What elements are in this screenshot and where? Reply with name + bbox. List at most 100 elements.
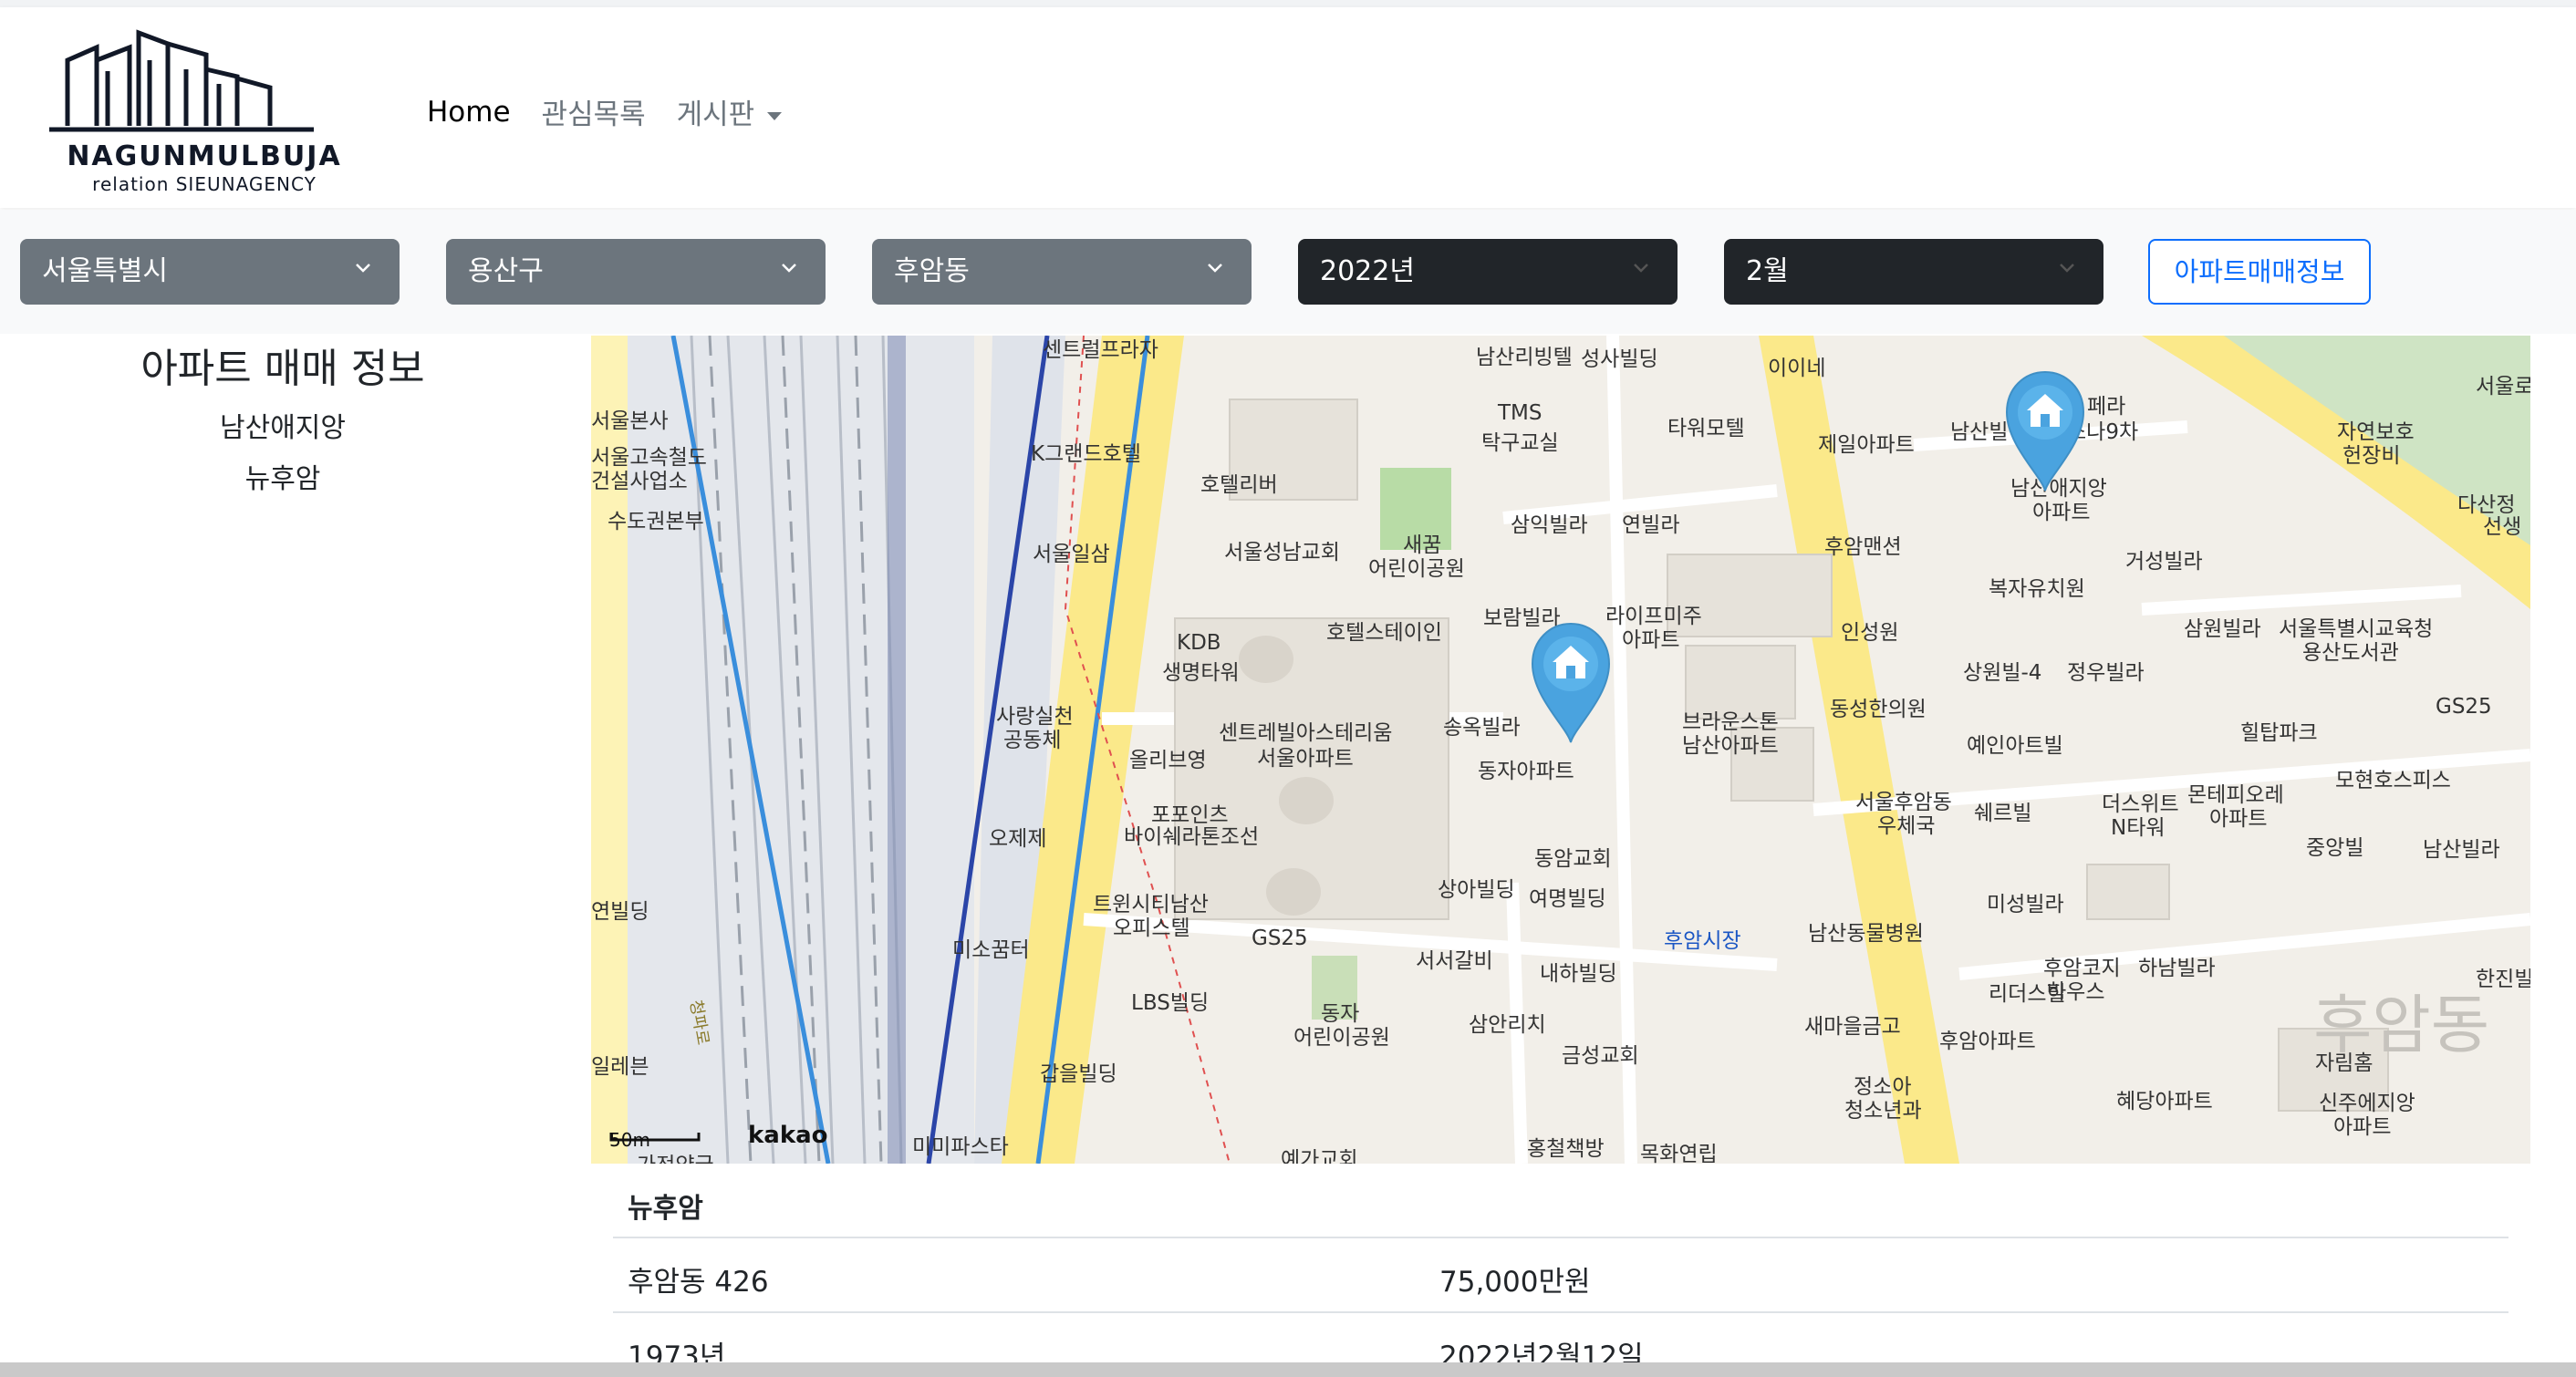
filter-bar: 서울특별시 용산구 후암동 2022년 2월 아파트매매정보 — [0, 210, 2576, 334]
map-label: 선생 — [2483, 515, 2522, 539]
map-label: 힐탑파크 — [2240, 721, 2318, 745]
apartment-marker-icon[interactable] — [2001, 367, 2089, 494]
map-label: 홍철책방 — [1527, 1137, 1605, 1161]
map-label: 오제제 — [989, 827, 1047, 851]
map-label: 호텔리버 — [1200, 473, 1278, 497]
navbar: NAGUNMULBUJA relation SIEUNAGENCY Home 관… — [0, 7, 2576, 208]
map-label: 미소꿈터 — [952, 938, 1030, 962]
scale-bar-icon — [609, 1133, 701, 1142]
map-label: 서울성남교회 — [1224, 541, 1340, 564]
district-select-value: 용산구 — [468, 255, 544, 287]
map-label: 복자유치원 — [1989, 577, 2085, 601]
map-label: N타워 — [2111, 816, 2166, 840]
map-label: 오피스텔 — [1113, 916, 1190, 940]
table-divider — [613, 1311, 2508, 1313]
map-label: 호텔스테이인 — [1326, 621, 1442, 645]
nav-board-label: 게시판 — [676, 98, 755, 131]
map-label: 남산빌 — [1950, 420, 2009, 444]
dong-select[interactable]: 후암동 — [872, 239, 1252, 305]
map-label: 갑을빌딩 — [1040, 1062, 1117, 1086]
map-label: 삼안리치 — [1469, 1013, 1546, 1037]
map-label: 삼원빌라 — [2184, 617, 2261, 641]
year-select-value: 2022년 — [1320, 255, 1415, 287]
map-label: 예인아트빌 — [1967, 734, 2063, 758]
map-label: 동암교회 — [1534, 847, 1612, 871]
map-label: 서울로 — [2476, 375, 2530, 399]
caret-down-icon — [767, 112, 783, 120]
nav-favorites[interactable]: 관심목록 — [542, 91, 646, 132]
map-label: 쉐르빌 — [1974, 802, 2032, 825]
map-label: 아파트 — [2032, 501, 2091, 524]
chevron-down-icon — [2060, 264, 2074, 273]
map-label: 인성원 — [1841, 621, 1899, 645]
map-background — [591, 336, 2530, 1164]
map-label: 청소년과 — [1844, 1099, 1922, 1123]
map-label: 서울일삼 — [1033, 543, 1110, 566]
chevron-down-icon — [1208, 264, 1222, 273]
map-label: 후암맨션 — [1824, 535, 1902, 559]
main-nav: Home 관심목록 게시판 — [427, 91, 783, 132]
top-strip — [0, 0, 2576, 7]
map-label: 수도권본부 — [608, 510, 704, 533]
month-select-value: 2월 — [1746, 255, 1789, 287]
kakao-map[interactable]: 센트럴프라자 남산리빙텔 성사빌딩 이이네 서울본사 서울고속철도 건설사업소 … — [591, 336, 2530, 1164]
map-label: 일레븐 — [591, 1055, 649, 1079]
map-label: 여명빌딩 — [1529, 887, 1606, 911]
map-label: 서서갈비 — [1416, 949, 1493, 973]
map-label: 생명타워 — [1162, 661, 1240, 685]
map-label: 공동체 — [1003, 729, 1062, 752]
map-label: 바이쉐라톤조선 — [1124, 825, 1260, 849]
map-scale: 50m — [609, 1129, 701, 1151]
city-select-value: 서울특별시 — [42, 255, 168, 287]
apt-trade-info-button[interactable]: 아파트매매정보 — [2148, 239, 2371, 305]
map-label: 동성한의원 — [1830, 698, 1927, 721]
map-label: 남산빌라 — [2423, 838, 2500, 862]
map-label: 타워모텔 — [1667, 417, 1745, 440]
map-label: 올리브영 — [1129, 749, 1207, 772]
chevron-down-icon — [356, 264, 370, 273]
map-label: 남산리빙텔 — [1476, 346, 1573, 369]
city-select[interactable]: 서울특별시 — [20, 239, 400, 305]
map-area-label: 후암동 — [2313, 988, 2490, 1062]
map-label: 센트럴프라자 — [1043, 338, 1158, 362]
nav-board-dropdown[interactable]: 게시판 — [677, 91, 783, 132]
nav-home[interactable]: Home — [427, 96, 511, 129]
map-label: 아파트 — [2333, 1115, 2392, 1139]
map-label: 미성빌라 — [1987, 893, 2064, 916]
map-label: 남산아파트 — [1682, 734, 1779, 758]
chevron-down-icon — [1634, 264, 1648, 273]
map-label: 탁구교실 — [1481, 431, 1559, 455]
map-label: 새마을금고 — [1804, 1015, 1901, 1039]
year-select[interactable]: 2022년 — [1298, 239, 1678, 305]
map-label: 하남빌라 — [2138, 957, 2216, 980]
map-label: GS25 — [1252, 927, 1308, 950]
table-divider — [613, 1237, 2508, 1238]
map-label: 혜당아파트 — [2116, 1090, 2213, 1113]
buildings-logo-icon — [49, 29, 314, 132]
map-label: 헌장비 — [2342, 444, 2401, 468]
month-select[interactable]: 2월 — [1724, 239, 2103, 305]
map-label: 거성빌라 — [2125, 550, 2203, 574]
map-label: 정우빌라 — [2067, 661, 2145, 685]
horizontal-scrollbar[interactable] — [0, 1362, 2576, 1377]
map-label: 상아빌딩 — [1438, 878, 1515, 902]
map-label: 어린이공원 — [1293, 1026, 1390, 1050]
map-label: 아파트 — [2209, 807, 2268, 831]
chevron-down-icon — [782, 264, 796, 273]
map-label: 연빌딩 — [591, 900, 649, 924]
map-label: 연빌라 — [1622, 513, 1680, 537]
apartment-list-item[interactable]: 뉴후암 — [0, 456, 566, 496]
map-label: 어린이공원 — [1368, 557, 1465, 581]
map-label: 송옥빌라 — [1443, 716, 1521, 740]
kakao-logo[interactable]: kakao — [748, 1122, 828, 1149]
brand-name: NAGUNMULBUJA — [67, 140, 342, 172]
apartment-list-item[interactable]: 남산애지앙 — [0, 405, 566, 445]
district-select[interactable]: 용산구 — [446, 239, 826, 305]
map-label: 용산도서관 — [2302, 641, 2399, 665]
map-label: 모현호스피스 — [2335, 769, 2451, 792]
brand-logo[interactable]: NAGUNMULBUJA relation SIEUNAGENCY — [40, 24, 369, 197]
map-label: 성사빌딩 — [1581, 347, 1658, 371]
map-label: 예가교회 — [1281, 1148, 1358, 1164]
apartment-marker-icon[interactable] — [1527, 618, 1615, 746]
dong-select-value: 후암동 — [894, 255, 970, 287]
